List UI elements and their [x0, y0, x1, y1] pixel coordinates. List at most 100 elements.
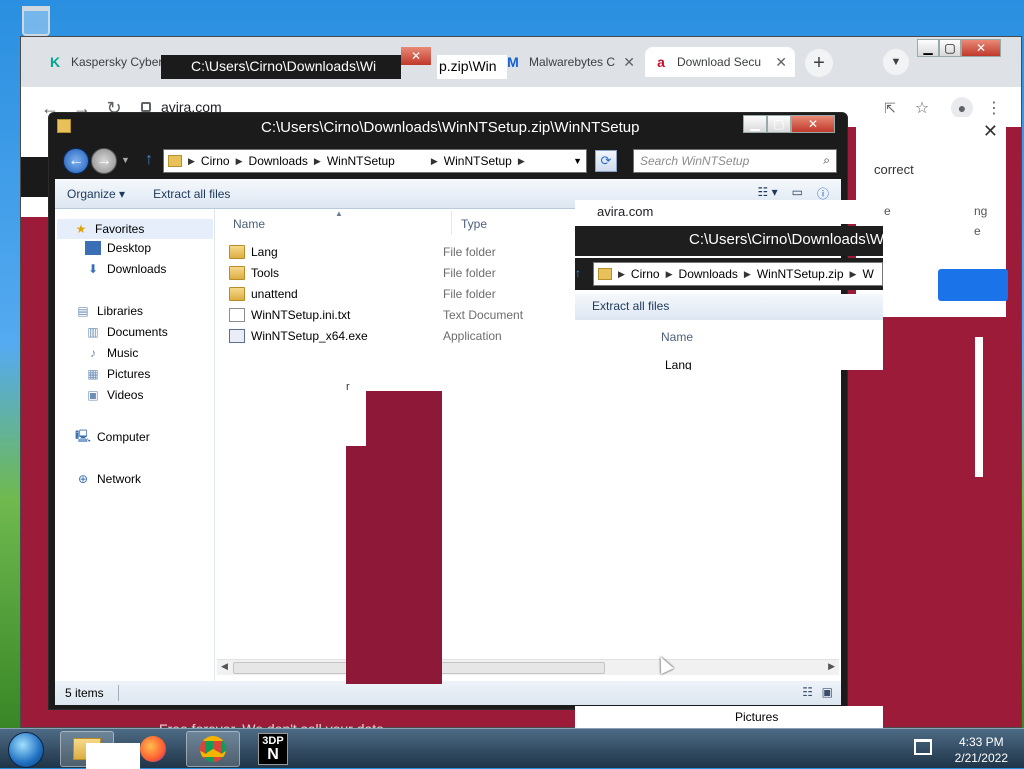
bookmark-star-icon[interactable]: ☆	[911, 97, 933, 119]
column-header-name[interactable]: Name	[661, 330, 693, 344]
list-item[interactable]: Lang File folder	[229, 242, 549, 262]
tab-avira[interactable]: a Download Secu ✕	[645, 47, 795, 77]
close-tab-icon[interactable]: ✕	[775, 54, 787, 71]
breadcrumb-item[interactable]: Cirno	[201, 154, 230, 168]
nav-libraries[interactable]: ▤ Libraries	[75, 304, 143, 318]
column-header-type[interactable]: Type	[461, 217, 487, 231]
column-divider[interactable]	[451, 211, 452, 235]
page-fragment-dark	[21, 157, 51, 197]
list-item[interactable]: WinNTSetup_x64.exe Application	[229, 326, 549, 346]
overlay-block	[366, 391, 442, 451]
close-icon[interactable]: ✕	[983, 121, 998, 142]
up-arrow-icon[interactable]: ↑	[575, 266, 581, 280]
nav-network[interactable]: ⊕ Network	[75, 472, 141, 486]
nav-pictures[interactable]: ▦ Pictures	[85, 367, 150, 381]
horizontal-scrollbar[interactable]: ◀ ▶	[217, 659, 839, 675]
nav-music[interactable]: ♪ Music	[85, 346, 138, 360]
taskbar-firefox-button[interactable]	[126, 731, 180, 767]
profile-avatar-icon[interactable]: ●	[951, 97, 973, 119]
maximize-button[interactable]: ▢	[939, 39, 961, 57]
minimize-button[interactable]: ▁	[743, 115, 767, 133]
network-tray-icon[interactable]	[914, 739, 932, 755]
details-view-icon[interactable]: ☷	[802, 685, 813, 699]
breadcrumb[interactable]: ▶ Cirno ▶ Downloads ▶ WinNTSetup.zip ▶ W	[593, 262, 883, 286]
back-icon[interactable]: ←	[63, 148, 89, 174]
scroll-left-icon[interactable]: ◀	[221, 661, 228, 672]
start-button[interactable]	[8, 732, 44, 768]
3dp-label-bottom: N	[267, 746, 279, 763]
nav-computer[interactable]: 🖳 Computer	[75, 428, 150, 445]
primary-button[interactable]	[938, 269, 1008, 301]
side-text: e	[884, 204, 891, 218]
large-icons-view-icon[interactable]: ▣	[822, 685, 833, 699]
forward-icon[interactable]: →	[91, 148, 117, 174]
refresh-icon[interactable]: ⟳	[595, 150, 617, 172]
navigation-pane: ★ Favorites Desktop ⬇ Downloads ▤ Librar…	[55, 209, 215, 681]
tab-strip: K Kaspersky Cyber C:\Users\Cirno\Downloa…	[21, 37, 1021, 87]
new-tab-button[interactable]: +	[805, 49, 833, 77]
file-name: unattend	[251, 287, 298, 301]
computer-icon: 🖳	[75, 428, 92, 443]
file-type: Text Document	[443, 308, 524, 322]
nav-downloads[interactable]: ⬇ Downloads	[85, 262, 166, 276]
file-name[interactable]: Lang	[665, 358, 692, 370]
file-name: WinNTSetup_x64.exe	[251, 329, 368, 343]
file-name: Tools	[251, 266, 280, 280]
close-button[interactable]: ✕	[961, 39, 1001, 57]
minimize-button[interactable]: ▁	[917, 39, 939, 57]
list-item[interactable]: Tools File folder	[229, 263, 549, 283]
nav-documents[interactable]: ▥ Documents	[85, 325, 167, 339]
ghost-url: avira.com	[575, 200, 883, 224]
folder-icon	[57, 119, 71, 133]
menu-kebab-icon[interactable]: ⋮	[983, 97, 1005, 119]
behind-window-title: C:\Users\Cirno\Downloads\Wi	[191, 58, 377, 74]
breadcrumb-item[interactable]: Downloads	[249, 154, 308, 168]
list-item[interactable]: WinNTSetup.ini.txt Text Document	[229, 305, 549, 325]
taskbar-3dp-button[interactable]: 3DP N	[246, 731, 300, 767]
libraries-icon: ▤	[77, 304, 89, 318]
folder-icon	[598, 268, 612, 280]
tab-search-button[interactable]: ▼	[883, 49, 909, 75]
extract-all-button[interactable]: Extract all files	[153, 187, 230, 201]
breadcrumb-item[interactable]: W	[862, 267, 873, 281]
3dp-net-icon: 3DP N	[258, 733, 288, 765]
taskbar-chrome-button[interactable]	[186, 731, 240, 767]
ghost-breadcrumb-row: ↑ ▶ Cirno ▶ Downloads ▶ WinNTSetup.zip ▶…	[575, 258, 883, 290]
column-header-name[interactable]: Name	[233, 217, 265, 231]
close-button[interactable]: ✕	[791, 115, 835, 133]
folder-icon	[229, 266, 245, 280]
organize-button[interactable]: Organize ▾	[67, 187, 125, 201]
up-arrow-icon[interactable]: ↑	[145, 151, 153, 169]
breadcrumb-item[interactable]: WinNTSetup.zip	[757, 267, 844, 281]
list-item[interactable]: unattend File folder	[229, 284, 549, 304]
breadcrumb[interactable]: ▶ Cirno ▶ Downloads ▶ WinNTSetup ▶ WinNT…	[163, 149, 587, 173]
tab-malwarebytes[interactable]: M Malwarebytes C ✕	[497, 47, 643, 77]
breadcrumb-item[interactable]: WinNTSetup	[444, 154, 512, 168]
videos-icon: ▣	[87, 388, 99, 402]
maximize-button[interactable]: ▢	[767, 115, 791, 133]
overlay-block	[346, 446, 442, 684]
ghost-bottom-strip: Pictures	[575, 706, 883, 728]
breadcrumb-item[interactable]: Downloads	[679, 267, 738, 281]
behind-window-close-button[interactable]: ✕	[401, 47, 431, 65]
nav-videos[interactable]: ▣ Videos	[85, 388, 143, 402]
scroll-right-icon[interactable]: ▶	[828, 661, 835, 672]
breadcrumb-item[interactable]: Cirno	[631, 267, 660, 281]
search-icon[interactable]: ⌕	[823, 153, 830, 168]
recycle-bin-icon[interactable]	[18, 6, 54, 40]
tab-title: Kaspersky Cyber	[71, 55, 163, 69]
share-icon[interactable]: ⇱	[879, 97, 901, 119]
ghost-extract-button[interactable]: Extract all files	[575, 294, 883, 320]
history-dropdown-icon[interactable]: ▼	[121, 155, 130, 165]
window-title: C:\Users\Cirno\Downloads\WinNTSetup.zip\…	[261, 119, 640, 136]
desktop-icon	[85, 241, 101, 255]
close-tab-icon[interactable]: ✕	[623, 54, 635, 71]
clock[interactable]: 4:33 PM 2/21/2022	[955, 734, 1008, 766]
nav-label: Pictures	[107, 367, 151, 381]
nav-desktop[interactable]: Desktop	[85, 241, 151, 255]
nav-favorites[interactable]: ★ Favorites	[57, 219, 213, 239]
search-input[interactable]: Search WinNTSetup ⌕	[633, 149, 837, 173]
folder-icon	[168, 155, 182, 167]
chevron-down-icon[interactable]: ▼	[573, 156, 582, 166]
breadcrumb-item[interactable]: WinNTSetup	[327, 154, 395, 168]
